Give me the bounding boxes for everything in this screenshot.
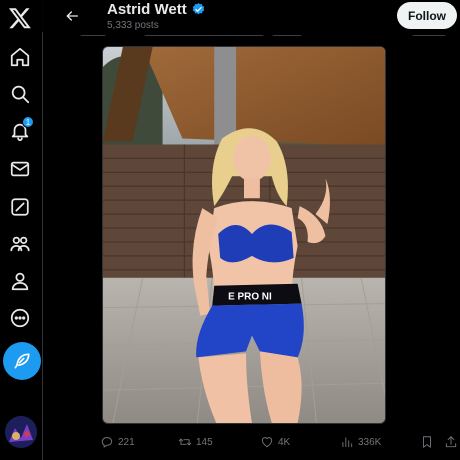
share-button[interactable] — [444, 432, 458, 452]
profile-display-name: Astrid Wett — [107, 1, 187, 18]
search-icon[interactable] — [2, 76, 38, 112]
post-action-bar: 221 145 4K 336K — [100, 432, 460, 452]
post-detail-column: E PRO NI Astrid Wett 5,333 posts Follow … — [42, 0, 460, 460]
home-icon[interactable] — [2, 39, 38, 75]
more-icon[interactable] — [2, 300, 38, 336]
view-count: 336K — [358, 436, 382, 448]
compose-post-button[interactable] — [3, 342, 41, 380]
verified-badge-icon — [191, 2, 206, 17]
x-logo-icon[interactable] — [2, 0, 38, 36]
like-count: 4K — [278, 436, 291, 448]
bookmark-icon — [423, 436, 431, 448]
repost-button[interactable]: 145 — [178, 432, 213, 452]
reply-count: 221 — [118, 436, 135, 448]
repost-icon — [178, 438, 192, 446]
profile-header: Astrid Wett 5,333 posts Follow — [42, 0, 460, 32]
notifications-icon[interactable]: 1 — [2, 113, 38, 149]
waistband-print: E PRO NI — [228, 292, 272, 303]
account-avatar[interactable] — [5, 416, 37, 448]
views-button[interactable]: 336K — [340, 432, 381, 452]
post-photo[interactable]: E PRO NI — [102, 46, 386, 424]
like-button[interactable]: 4K — [260, 432, 290, 452]
reply-button[interactable]: 221 — [100, 432, 135, 452]
repost-count: 145 — [196, 436, 213, 448]
reply-icon — [101, 437, 113, 448]
share-icon — [445, 436, 457, 448]
heart-icon — [261, 437, 273, 448]
sidebar-nav: 1 — [0, 0, 42, 460]
profile-post-count: 5,333 posts — [107, 20, 159, 31]
bookmark-button[interactable] — [420, 432, 434, 452]
feather-icon — [14, 353, 30, 369]
analytics-icon — [342, 437, 353, 448]
back-button[interactable] — [60, 4, 84, 28]
communities-icon[interactable] — [2, 226, 38, 262]
arrow-left-icon — [66, 11, 78, 21]
notifications-badge: 1 — [22, 116, 34, 128]
profile-icon[interactable] — [2, 263, 38, 299]
grok-icon[interactable] — [2, 189, 38, 225]
messages-icon[interactable] — [2, 151, 38, 187]
follow-button[interactable]: Follow — [397, 2, 457, 29]
